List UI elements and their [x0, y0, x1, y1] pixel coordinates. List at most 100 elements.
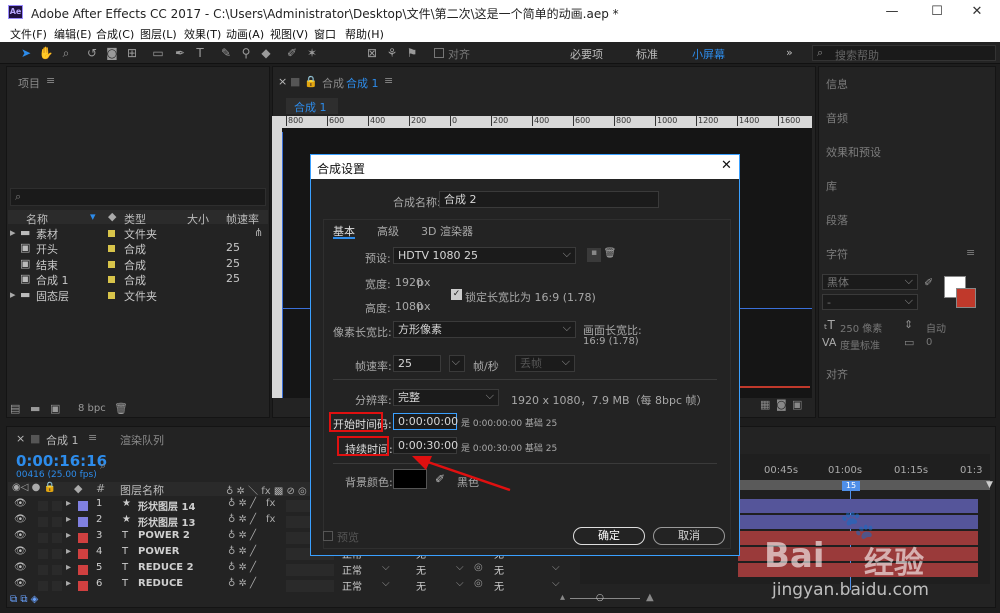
tab-3d-renderer[interactable]: 3D 渲染器	[421, 223, 473, 239]
timeline-lock-icon[interactable]: ■	[30, 432, 40, 445]
zoom-out-icon[interactable]: ▴	[560, 592, 565, 603]
pixel-aspect-select[interactable]: 方形像素	[393, 320, 576, 338]
cancel-button[interactable]: 取消	[653, 527, 725, 545]
current-timecode[interactable]: 0:00:16:16	[16, 452, 107, 470]
lock-toggle[interactable]	[52, 517, 62, 527]
dialog-close-icon[interactable]: ✕	[721, 158, 732, 173]
layer-label-color[interactable]	[78, 533, 88, 543]
parent-value[interactable]: 无	[494, 578, 504, 593]
workspace-small-screen[interactable]: 小屏幕	[692, 46, 725, 62]
info-panel-tab[interactable]: 信息	[826, 76, 848, 92]
snapshot-icon[interactable]: ◙	[776, 398, 787, 411]
transparency-grid-icon[interactable]: ▦	[760, 398, 770, 411]
menu-edit[interactable]: 编辑(E)	[54, 26, 92, 42]
camera-tool-icon[interactable]: ◙	[104, 45, 120, 61]
project-row[interactable]: ▸ ▬ 固态层 文件夹	[10, 288, 265, 303]
fx-switch[interactable]: fx	[266, 514, 275, 525]
shy-switch-icon[interactable]: ♁ ✲ ╱	[228, 578, 256, 589]
mask-tool-icon[interactable]: ▭	[150, 45, 166, 61]
layer-row[interactable]: 👁 ▸ 5 T REDUCE 2 ♁ ✲ ╱ 正常 ⌵ 无 ⌵ ◎ 无 ⌵	[10, 562, 570, 578]
layer-name[interactable]: REDUCE 2	[138, 562, 194, 573]
delete-icon[interactable]: 🗑	[114, 402, 128, 415]
chevron-down-icon[interactable]: ⌵	[552, 578, 560, 589]
libraries-panel-tab[interactable]: 库	[826, 178, 837, 194]
zoom-in-icon[interactable]: ▲	[646, 592, 654, 603]
eraser-tool-icon[interactable]: ◆	[258, 45, 274, 61]
drop-frame-select[interactable]: 丢帧	[515, 354, 575, 372]
menu-view[interactable]: 视图(V)	[270, 26, 308, 42]
chevron-down-icon[interactable]: ⌵	[456, 578, 464, 589]
layer-label-color[interactable]	[78, 517, 88, 527]
visibility-eye-icon[interactable]: 👁	[14, 530, 27, 541]
lock-toggle[interactable]	[52, 501, 62, 511]
visibility-eye-icon[interactable]: 👁	[14, 546, 27, 557]
visibility-eye-icon[interactable]: 👁	[14, 578, 27, 589]
frame-rate-input[interactable]: 25	[393, 355, 441, 372]
work-area-bar[interactable]	[738, 480, 990, 490]
rotate-tool-icon[interactable]: ↺	[84, 45, 100, 61]
shy-switch-icon[interactable]: ♁ ✲ ╱	[228, 530, 256, 541]
zoom-slider[interactable]: ○ ▴ ▲	[560, 592, 680, 606]
tab-advanced[interactable]: 高级	[377, 223, 399, 239]
solo-toggle[interactable]	[38, 565, 48, 575]
layer-name-column[interactable]: 图层名称	[120, 482, 164, 498]
visibility-eye-icon[interactable]: 👁	[14, 562, 27, 573]
layer-name[interactable]: POWER 2	[138, 530, 190, 541]
puppet-tool-icon[interactable]: ✶	[304, 45, 320, 61]
lock-aspect-checkbox[interactable]: ✓	[451, 289, 462, 300]
lock-toggle[interactable]	[52, 549, 62, 559]
menu-file[interactable]: 文件(F)	[10, 26, 47, 42]
fx-switch[interactable]: fx	[266, 498, 275, 509]
show-snapshot-icon[interactable]: ▣	[792, 398, 802, 411]
shy-switch-icon[interactable]: ♁ ✲ ╱	[228, 546, 256, 557]
font-family-select[interactable]: 黑体	[822, 273, 918, 290]
parent-pickwhip-icon[interactable]: ◎	[474, 562, 483, 573]
local-axis-icon[interactable]: ⊠	[364, 45, 380, 61]
switch-cells[interactable]	[286, 564, 334, 576]
layer-name[interactable]: 形状图层 14	[138, 498, 195, 513]
layer-row[interactable]: 👁 ▸ 6 T REDUCE ♁ ✲ ╱ 正常 ⌵ 无 ⌵ ◎ 无 ⌵	[10, 578, 570, 594]
solo-toggle[interactable]	[38, 517, 48, 527]
parent-pickwhip-icon[interactable]: ◎	[474, 578, 483, 589]
preview-checkbox[interactable]	[323, 531, 333, 541]
project-row[interactable]: ▣ 开头 合成 25	[10, 241, 265, 256]
chevron-down-icon[interactable]: ⌵	[382, 578, 390, 589]
stroke-color-swatch[interactable]	[956, 288, 976, 308]
close-tab-icon[interactable]: ×	[278, 75, 287, 88]
workspace-more-icon[interactable]: »	[786, 46, 793, 59]
character-menu-icon[interactable]: ≡	[966, 246, 975, 259]
layer-name[interactable]: POWER	[138, 546, 179, 557]
delete-preset-icon[interactable]: 🗑	[603, 248, 617, 262]
chevron-down-icon[interactable]: ⌵	[552, 562, 560, 573]
comp-menu-icon[interactable]: ≡	[384, 74, 393, 87]
selection-tool-icon[interactable]: ➤	[18, 45, 34, 61]
kerning-value[interactable]: 度量标准	[840, 337, 880, 352]
bpc-button[interactable]: 8 bpc	[78, 403, 106, 414]
expand-arrow-icon[interactable]: ▸	[66, 546, 71, 557]
column-name[interactable]: 名称	[26, 211, 48, 227]
layer-name[interactable]: REDUCE	[138, 578, 183, 589]
timeline-footer-icons[interactable]: ⧉ ⧉ ◈	[10, 594, 60, 606]
comp-subtab[interactable]: 合成 1	[286, 98, 338, 114]
tracking-value[interactable]: 0	[926, 337, 932, 348]
brush-tool-icon[interactable]: ✎	[218, 45, 234, 61]
new-composition-icon[interactable]: ▣	[50, 402, 60, 415]
menu-animation[interactable]: 动画(A)	[226, 26, 264, 42]
lock-state-icon[interactable]: 🔒	[304, 75, 318, 88]
project-row[interactable]: ▣ 结束 合成 25	[10, 257, 265, 272]
ok-button[interactable]: 确定	[573, 527, 645, 545]
menu-help[interactable]: 帮助(H)	[345, 26, 384, 42]
render-queue-tab[interactable]: 渲染队列	[120, 432, 164, 448]
shy-switch-icon[interactable]: ♁ ✲ ╱	[228, 498, 256, 509]
track-matte[interactable]: 无	[416, 578, 426, 593]
column-framerate[interactable]: 帧速率	[226, 211, 259, 227]
layer-name[interactable]: 形状图层 13	[138, 514, 195, 529]
world-axis-icon[interactable]: ⚘	[384, 45, 400, 61]
workspace-essentials[interactable]: 必要项	[570, 46, 603, 62]
font-style-select[interactable]: -	[822, 293, 918, 310]
expand-arrow-icon[interactable]: ▸	[10, 226, 16, 239]
timeline-search-icon[interactable]: ⌕	[100, 459, 106, 473]
project-menu-icon[interactable]: ≡	[46, 74, 55, 87]
layer-label-color[interactable]	[78, 549, 88, 559]
project-row[interactable]: ▣ 合成 1 合成 25	[10, 272, 265, 287]
